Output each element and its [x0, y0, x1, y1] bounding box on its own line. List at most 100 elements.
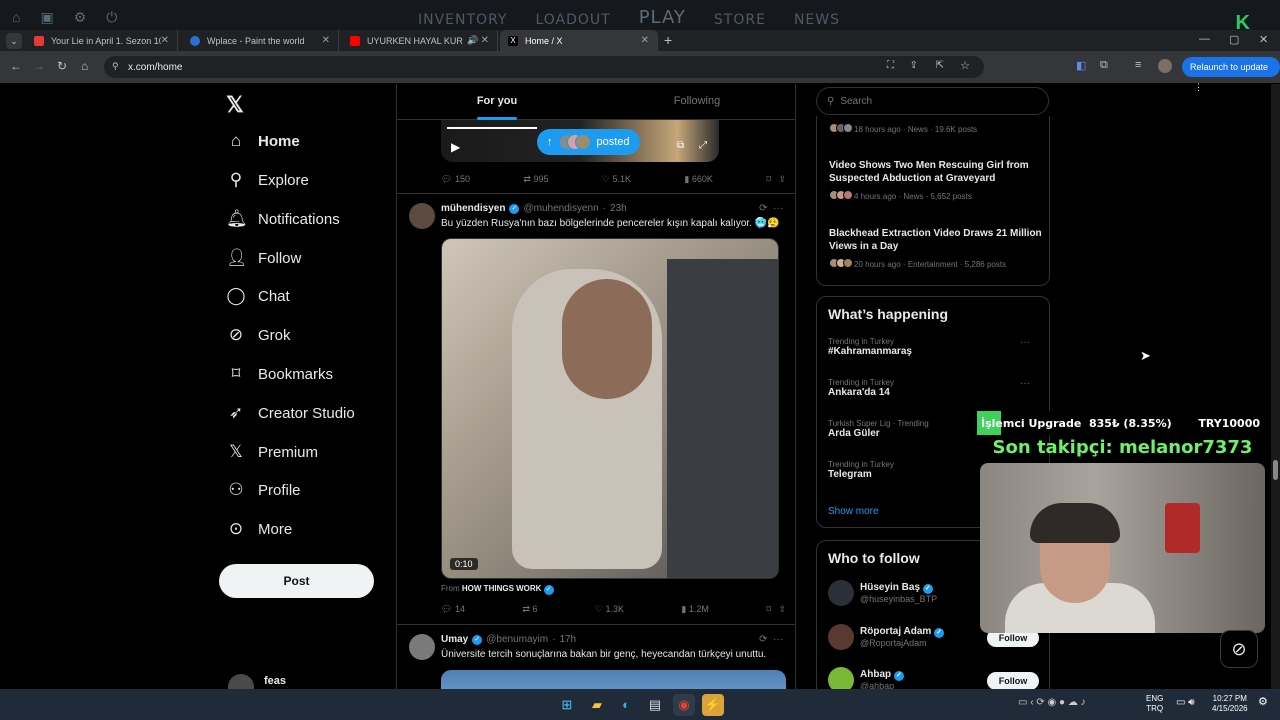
address-bar[interactable]: ⚲ x.com/home ⛶ ⇪ ⇱ ☆	[104, 56, 984, 78]
bookmark-star-icon[interactable]: ☆	[960, 59, 970, 72]
video-progress[interactable]	[447, 127, 537, 129]
show-more-link[interactable]: Show more	[828, 506, 879, 517]
window-close-icon[interactable]: ✕	[1259, 33, 1268, 46]
follow-suggestion[interactable]: Hüseyin Baş ✓ @huseyinbas_BTP	[828, 580, 937, 606]
views-button[interactable]: ▮ 1.2M	[681, 604, 708, 615]
scrollbar-thumb[interactable]	[1273, 460, 1278, 480]
notifications-icon[interactable]: ⚙	[1258, 697, 1268, 708]
minimize-icon[interactable]: —	[1199, 33, 1210, 45]
fullscreen-icon[interactable]: ⤢	[699, 140, 707, 151]
trend-item[interactable]: Trending in Turkey #Kahramanmaraş ···	[828, 337, 1040, 357]
trend-item[interactable]: Turkish Super Lig · Trending Arda Güler	[828, 419, 978, 439]
close-icon[interactable]: ✕	[161, 35, 169, 46]
forward-icon[interactable]: →	[33, 59, 45, 73]
share-icon[interactable]: ⇪	[778, 174, 786, 184]
nav-more[interactable]: ⊙ More	[226, 514, 292, 544]
maximize-icon[interactable]: ▢	[1229, 33, 1239, 46]
tweet-time[interactable]: 17h	[559, 634, 576, 645]
more-horizontal-icon[interactable]: ···	[1020, 378, 1030, 389]
new-tab-icon[interactable]: +	[664, 32, 672, 48]
nav-creator-studio[interactable]: ➶ Creator Studio	[226, 398, 355, 428]
home-icon[interactable]: ⌂	[81, 59, 88, 73]
avatar[interactable]	[409, 203, 435, 229]
profile-avatar[interactable]	[1158, 59, 1172, 73]
close-icon[interactable]: ✕	[481, 35, 489, 46]
tab-for-you[interactable]: For you	[397, 84, 597, 120]
close-icon[interactable]: ✕	[641, 35, 649, 46]
power-icon[interactable]: ⏻	[106, 9, 117, 26]
tweet-time[interactable]: 23h	[610, 203, 627, 214]
source-name[interactable]: HOW THINGS WORK	[462, 584, 542, 593]
trend-item[interactable]: Trending in Turkey Ankara'da 14 ···	[828, 378, 1040, 398]
game-nav-inventory[interactable]: INVENTORY	[418, 12, 507, 30]
x-logo-icon[interactable]: 𝕏	[226, 92, 244, 118]
trend-item[interactable]: Trending in Turkey Telegram	[828, 460, 978, 480]
tray-icons[interactable]: ▭ ‹ ⟳ ◉ ● ☁ ♪	[1018, 698, 1086, 708]
tweet-author-name[interactable]: Umay	[441, 634, 468, 645]
repost-button[interactable]: ⇄ 6	[522, 604, 537, 615]
post-button[interactable]: Post	[219, 564, 374, 598]
avatar[interactable]	[409, 634, 435, 660]
tweet-image[interactable]	[441, 670, 786, 689]
news-item[interactable]: Blackhead Extraction Video Draws 21 Mill…	[829, 227, 1044, 270]
news-item[interactable]: Video Shows Two Men Rescuing Girl from S…	[829, 159, 1044, 202]
repost-button[interactable]: ⇄ 995	[523, 174, 548, 185]
tweet-author-handle[interactable]: @benumayim	[486, 634, 548, 645]
browser-tab[interactable]: UYURKEN HAYAL KURUP A 🔊 ✕	[342, 30, 498, 51]
install-icon[interactable]: ⇪	[910, 60, 918, 71]
gear-icon[interactable]: ⚙	[74, 9, 87, 26]
puzzle-icon[interactable]: ⧉	[1100, 59, 1108, 72]
reply-button[interactable]: 💬︎ 150	[441, 174, 470, 185]
nav-premium[interactable]: 𝕏 Premium	[226, 437, 318, 467]
clock[interactable]: 10:27 PM 4/15/2026	[1212, 694, 1248, 714]
pip-icon[interactable]: ⧉	[677, 140, 684, 151]
game-nav-news[interactable]: NEWS	[794, 12, 840, 30]
game-nav-play[interactable]: PLAY	[639, 7, 686, 28]
more-vertical-icon[interactable]: ⋮	[1194, 82, 1203, 92]
reading-list-icon[interactable]: ≡	[1135, 59, 1141, 71]
tweet-video[interactable]: 0:10	[441, 238, 779, 579]
file-explorer-icon[interactable]: ▰	[586, 694, 608, 716]
game-nav-loadout[interactable]: LOADOUT	[535, 12, 610, 30]
url-text[interactable]: x.com/home	[128, 62, 182, 73]
tab-search-icon[interactable]: ⌄	[6, 33, 22, 49]
browser-tab-active[interactable]: X Home / X ✕	[500, 30, 658, 51]
follow-button[interactable]: Follow	[987, 672, 1039, 690]
share-icon[interactable]: ⇱	[936, 60, 944, 71]
extension-icon[interactable]: ◧	[1076, 59, 1086, 72]
store-icon[interactable]: ▤	[644, 694, 666, 716]
edge-icon[interactable]: ◐	[615, 694, 637, 716]
speaker-icon[interactable]: 🔊	[467, 35, 478, 46]
grok-floating-button[interactable]: ⊘	[1220, 630, 1258, 668]
network-volume-icons[interactable]: ▭ 🔊︎	[1176, 698, 1195, 708]
browser-tab[interactable]: Wplace - Paint the world ✕	[182, 30, 339, 51]
more-horizontal-icon[interactable]: ⟳ ···	[759, 203, 783, 214]
nav-chat[interactable]: ◯ Chat	[226, 281, 289, 311]
bookmark-icon[interactable]: ⌑ ⇪	[766, 174, 786, 185]
site-info-icon[interactable]: ⚲	[112, 61, 119, 72]
page-scrollbar[interactable]	[1271, 84, 1280, 689]
bookmark-icon[interactable]: ⌑ ⇪	[766, 604, 786, 615]
back-icon[interactable]: ←	[10, 59, 22, 73]
language-indicator[interactable]: ENG TRQ	[1146, 694, 1163, 714]
home-icon[interactable]: ⌂	[12, 9, 20, 26]
new-posts-pill[interactable]: ↑ posted	[537, 129, 640, 155]
translate-icon[interactable]: ⛶	[887, 60, 894, 71]
nav-profile[interactable]: ⚇ Profile	[226, 475, 300, 505]
search-input[interactable]: ⚲ Search	[816, 87, 1049, 115]
nav-explore[interactable]: ⚲ Explore	[226, 165, 309, 195]
follow-suggestion[interactable]: Röportaj Adam ✓ @RoportajAdam	[828, 624, 945, 650]
briefcase-icon[interactable]: ▣	[40, 9, 53, 26]
browser-tab[interactable]: Your Lie in April 1. Sezon 10. Bö ✕	[26, 30, 178, 51]
close-icon[interactable]: ✕	[322, 35, 330, 46]
like-button[interactable]: ♡ 1.3K	[595, 604, 624, 615]
nav-notifications[interactable]: 🔔︎ Notifications	[226, 204, 340, 234]
start-icon[interactable]: ⊞	[556, 694, 578, 716]
game-nav-store[interactable]: STORE	[714, 12, 766, 30]
tweet-author-name[interactable]: mühendisyen	[441, 203, 505, 214]
views-button[interactable]: ▮ 660K	[684, 174, 712, 185]
relaunch-button[interactable]: Relaunch to update ⋮	[1182, 57, 1280, 92]
more-horizontal-icon[interactable]: ···	[1020, 337, 1030, 348]
share-icon[interactable]: ⇪	[778, 604, 786, 614]
like-button[interactable]: ♡ 5.1K	[602, 174, 631, 185]
